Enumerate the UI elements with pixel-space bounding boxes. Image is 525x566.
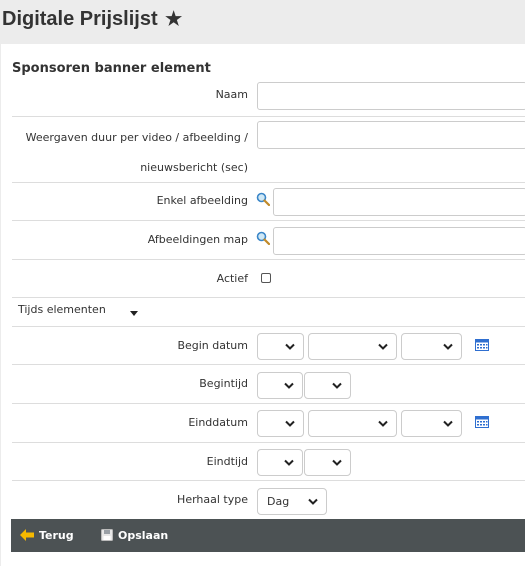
row-active: Actief — [12, 259, 525, 297]
active-checkbox[interactable] — [261, 273, 271, 283]
back-button[interactable]: Terug — [20, 519, 74, 552]
chevron-down-icon — [332, 459, 342, 466]
row-single-image: Enkel afbeelding — [12, 182, 525, 220]
calendar-icon[interactable] — [475, 339, 489, 351]
star-icon[interactable]: ★ — [165, 9, 182, 30]
start-month-select[interactable] — [308, 333, 397, 360]
form-title: Sponsoren banner element — [12, 61, 211, 76]
single-image-input[interactable] — [273, 188, 525, 216]
start-time-label: Begintijd — [199, 377, 248, 390]
chevron-down-icon — [308, 498, 318, 505]
row-repeat: Herhaal type Dag — [12, 480, 525, 519]
chevron-down-icon — [378, 343, 388, 350]
chevron-down-icon — [284, 459, 294, 466]
image-folder-label: Afbeeldingen map — [147, 233, 248, 246]
naam-label: Naam — [215, 88, 248, 101]
arrow-left-icon — [20, 529, 34, 541]
chevron-down-icon — [285, 420, 295, 427]
row-end-date: Einddatum — [12, 403, 525, 442]
chevron-down-icon — [332, 382, 342, 389]
page-header: Digitale Prijslijst ★ — [0, 0, 525, 44]
form-panel: Sponsoren banner element Naam Weergaven … — [1, 44, 525, 566]
start-minute-select[interactable] — [304, 372, 351, 399]
chevron-down-icon — [378, 420, 388, 427]
row-time-section: Tijds elementen — [12, 297, 525, 326]
chevron-down-icon — [443, 420, 453, 427]
row-naam: Naam — [12, 82, 525, 116]
single-image-label: Enkel afbeelding — [156, 194, 248, 207]
repeat-value: Dag — [267, 495, 290, 508]
end-day-select[interactable] — [257, 410, 304, 437]
chevron-down-icon — [285, 343, 295, 350]
start-year-select[interactable] — [401, 333, 462, 360]
start-date-label: Begin datum — [177, 339, 248, 352]
start-hour-select[interactable] — [257, 372, 303, 399]
floppy-disk-icon — [101, 529, 113, 541]
chevron-down-icon — [284, 382, 294, 389]
end-time-label: Eindtijd — [206, 455, 248, 468]
image-folder-input[interactable] — [273, 227, 525, 255]
duration-label-line2: nieuwsbericht (sec) — [140, 161, 248, 174]
active-label: Actief — [216, 272, 248, 285]
search-icon[interactable] — [256, 231, 270, 245]
duration-label-line1: Weergaven duur per video / afbeelding / — [25, 131, 248, 144]
repeat-label: Herhaal type — [177, 493, 248, 506]
save-button[interactable]: Opslaan — [101, 519, 168, 552]
duration-label: Weergaven duur per video / afbeelding / … — [13, 123, 248, 183]
time-section-label[interactable]: Tijds elementen — [18, 303, 106, 316]
row-start-date: Begin datum — [12, 326, 525, 364]
chevron-down-icon — [443, 343, 453, 350]
search-icon[interactable] — [256, 192, 270, 206]
back-button-label: Terug — [39, 529, 74, 542]
end-minute-select[interactable] — [304, 449, 351, 476]
page-title: Digitale Prijslijst — [2, 8, 158, 30]
save-button-label: Opslaan — [118, 529, 169, 542]
row-start-time: Begintijd — [12, 364, 525, 403]
end-date-label: Einddatum — [188, 416, 248, 429]
start-day-select[interactable] — [257, 333, 304, 360]
end-year-select[interactable] — [401, 410, 462, 437]
end-hour-select[interactable] — [257, 449, 303, 476]
end-month-select[interactable] — [308, 410, 397, 437]
repeat-select[interactable]: Dag — [257, 488, 327, 515]
calendar-icon[interactable] — [475, 416, 489, 428]
caret-down-icon[interactable] — [130, 311, 138, 316]
duration-input[interactable] — [257, 121, 525, 149]
form-footer-toolbar: Terug Opslaan — [11, 519, 525, 552]
row-image-folder: Afbeeldingen map — [12, 220, 525, 259]
row-duration: Weergaven duur per video / afbeelding / … — [12, 116, 525, 182]
naam-input[interactable] — [257, 82, 525, 110]
row-end-time: Eindtijd — [12, 442, 525, 480]
